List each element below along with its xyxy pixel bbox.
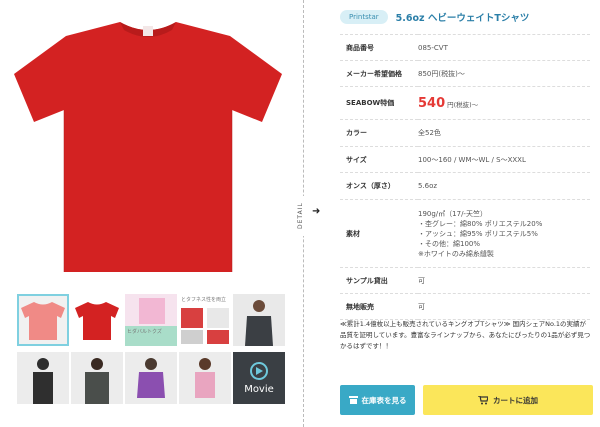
spec-row-plain-sale: 無地販売 可 (340, 293, 590, 320)
thumbnail-caption: とタフネス性を両立 (181, 297, 227, 303)
product-details: Printstar 5.6oz ヘビーウェイトTシャツ 商品番号 085-CVT… (340, 0, 590, 320)
thumbnail-pink-shirt[interactable] (17, 294, 69, 346)
spec-key: 素材 (340, 199, 418, 268)
price-suffix: 円(税抜)〜 (447, 100, 479, 109)
detail-label: DETAIL (297, 196, 311, 236)
material-line: ・杢グレー：綿80% ポリエステル20% (418, 219, 543, 228)
red-tshirt-image (14, 22, 282, 272)
thumbnail-feature-detail[interactable]: とタフネス性を両立 (179, 294, 231, 346)
material-line: 190g/㎡（17/-天竺） (418, 209, 487, 218)
product-page: ヒダバルトクズ とタフネス性を両立 Movie DETAIL ➜ Printst… (0, 0, 600, 427)
spec-key: 商品番号 (340, 34, 418, 61)
cart-icon (478, 395, 488, 404)
spec-key: カラー (340, 119, 418, 147)
product-description: ≪累計1.4億枚以上も販売されているキングオブTシャツ≫ 国内シェアNo.1の実… (340, 320, 591, 350)
main-product-image (0, 0, 296, 284)
inventory-icon (348, 396, 358, 404)
special-price: 540 (418, 95, 446, 111)
spec-key: 無地販売 (340, 293, 418, 320)
spec-value: 可 (418, 267, 590, 294)
spec-value: 540 円(税抜)〜 (418, 86, 590, 120)
spec-key: SEABOW特価 (340, 86, 418, 120)
spec-key: サンプル貸出 (340, 267, 418, 294)
spec-value: 可 (418, 293, 590, 320)
thumbnail-model-pink[interactable] (179, 352, 231, 404)
spec-value: 085-CVT (418, 34, 590, 61)
view-stock-button[interactable]: 在庫表を見る (340, 385, 415, 415)
spec-row-sample: サンプル貸出 可 (340, 267, 590, 294)
spec-value: 全52色 (418, 119, 590, 147)
spec-row-material: 素材 190g/㎡（17/-天竺） ・杢グレー：綿80% ポリエステル20% ・… (340, 199, 590, 268)
thumbnail-caption: ヒダバルトクズ (127, 329, 162, 335)
spec-row-ounce: オンス（厚さ） 5.6oz (340, 172, 590, 200)
spec-key: メーカー希望価格 (340, 60, 418, 87)
add-to-cart-button[interactable]: カートに追加 (423, 385, 593, 415)
spec-row-special-price: SEABOW特価 540 円(税抜)〜 (340, 86, 590, 120)
thumbnail-model-front[interactable] (233, 294, 285, 346)
spec-value: 100〜160 / WM〜WL / S〜XXXL (418, 146, 590, 173)
thumbnail-model-back[interactable] (71, 352, 123, 404)
material-line: ※ホワイトのみ綿糸縫製 (418, 249, 494, 258)
spec-table: 商品番号 085-CVT メーカー希望価格 850円(税抜)〜 SEABOW特価… (340, 34, 590, 320)
arrow-right-icon: ➜ (312, 206, 321, 217)
material-line: ・その他：綿100% (418, 239, 481, 248)
spec-key: サイズ (340, 146, 418, 173)
spec-value: 5.6oz (418, 172, 590, 200)
thumbnail-red-shirt[interactable] (71, 294, 123, 346)
view-stock-label: 在庫表を見る (361, 395, 407, 405)
spec-row-colors: カラー 全52色 (340, 119, 590, 147)
spec-value: 190g/㎡（17/-天竺） ・杢グレー：綿80% ポリエステル20% ・アッシ… (418, 199, 590, 268)
thumbnail-movie[interactable]: Movie (233, 352, 285, 404)
thumbnail-model-side[interactable] (17, 352, 69, 404)
spec-row-list-price: メーカー希望価格 850円(税抜)〜 (340, 60, 590, 87)
spec-row-sizes: サイズ 100〜160 / WM〜WL / S〜XXXL (340, 146, 590, 173)
thumbnail-model-purple[interactable] (125, 352, 177, 404)
spec-row-item-number: 商品番号 085-CVT (340, 34, 590, 61)
spec-value: 850円(税抜)〜 (418, 60, 590, 87)
thumbnail-fabric-closeup[interactable]: ヒダバルトクズ (125, 294, 177, 346)
play-icon (250, 361, 268, 380)
add-to-cart-label: カートに追加 (493, 395, 538, 405)
spec-key: オンス（厚さ） (340, 172, 418, 200)
material-line: ・アッシュ：綿95% ポリエステル5% (418, 229, 538, 238)
product-header: Printstar 5.6oz ヘビーウェイトTシャツ (340, 0, 590, 34)
thumbnail-gallery: ヒダバルトクズ とタフネス性を両立 Movie (17, 294, 295, 410)
brand-badge[interactable]: Printstar (340, 10, 388, 24)
movie-label: Movie (244, 383, 274, 395)
product-title: 5.6oz ヘビーウェイトTシャツ (395, 13, 530, 24)
